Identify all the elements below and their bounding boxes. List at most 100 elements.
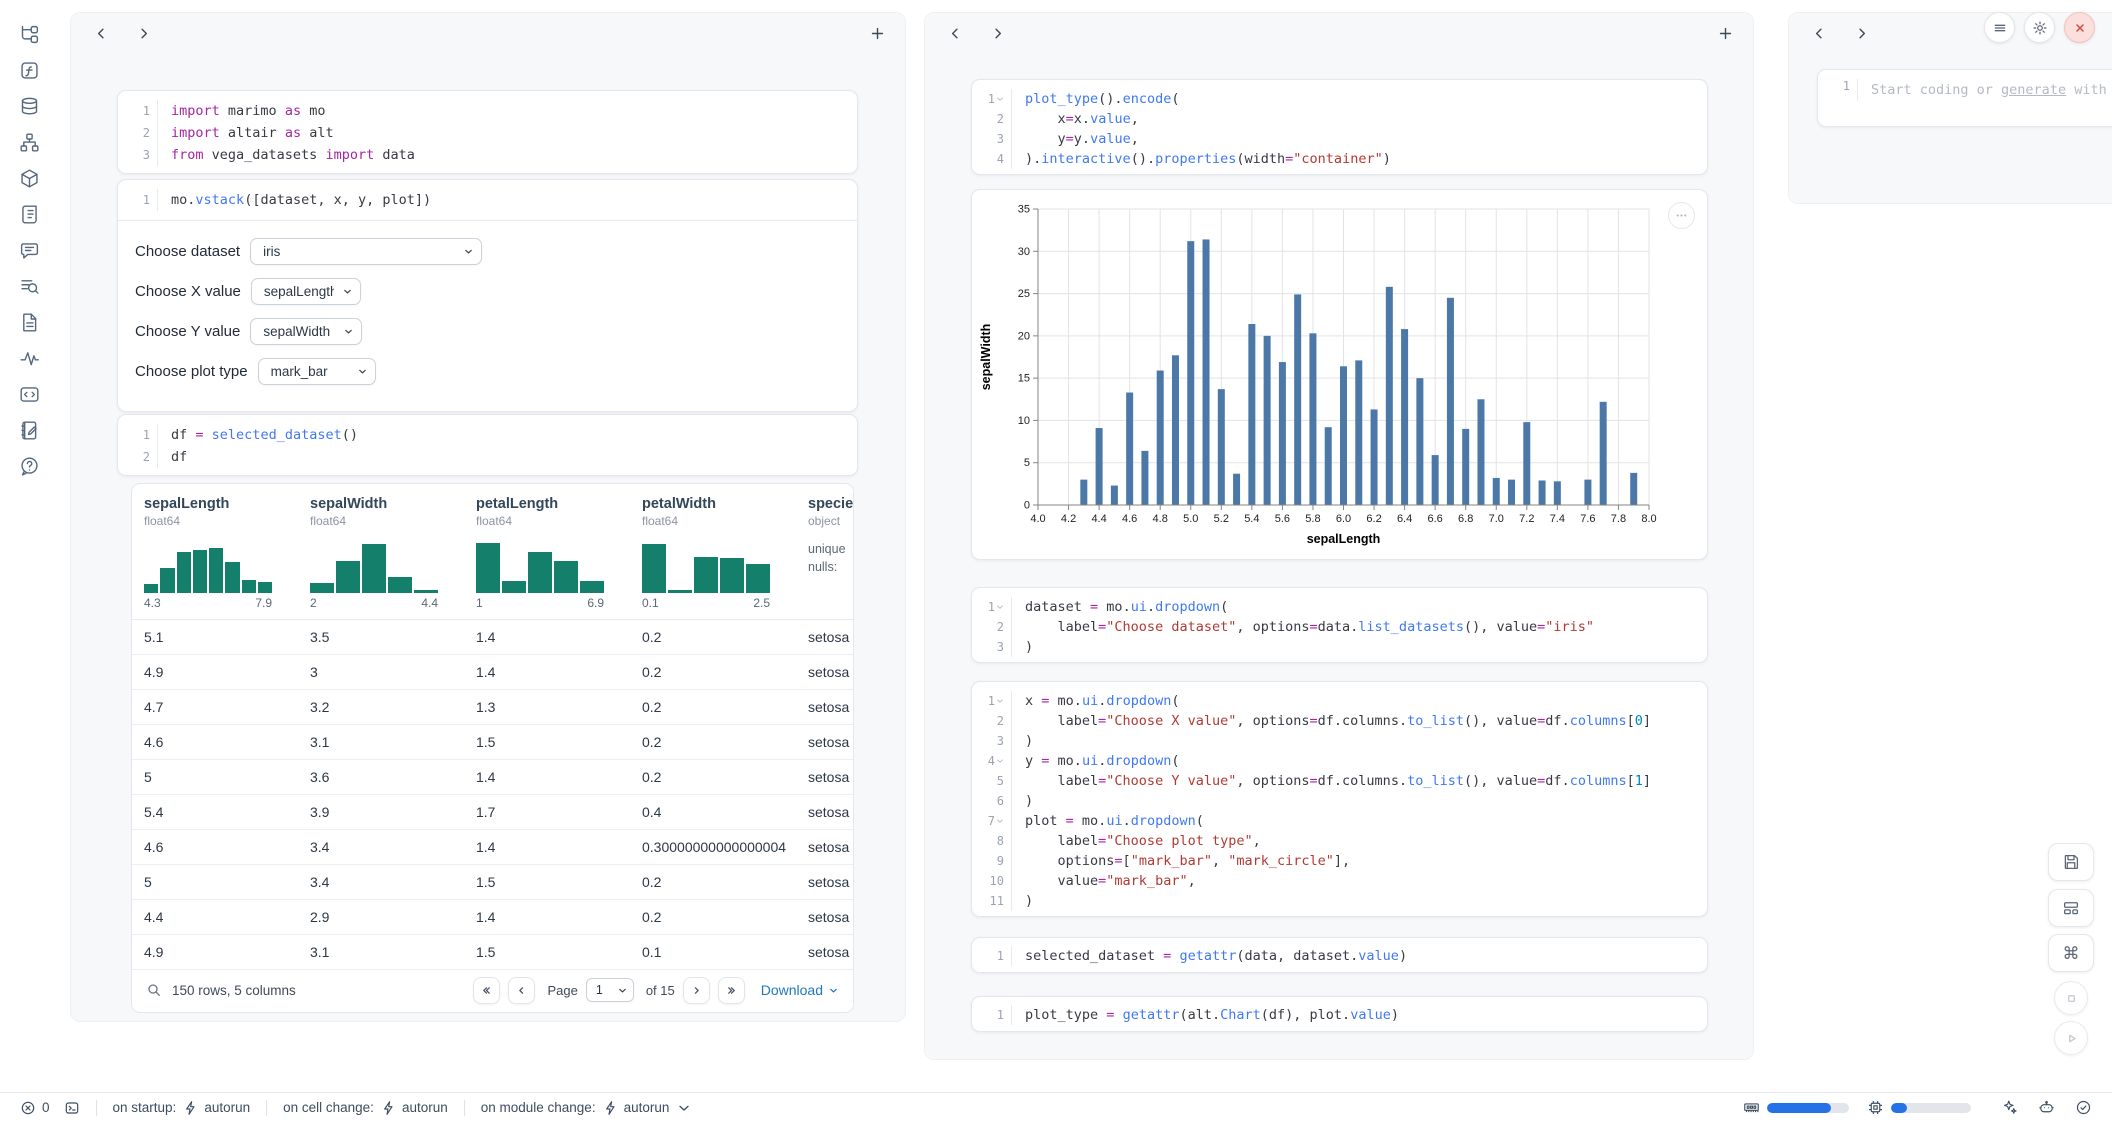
table-cell: setosa — [796, 629, 853, 645]
cell-empty[interactable]: 1 Start coding or generate with AI — [1817, 69, 2112, 127]
table-cell: 4.4 — [132, 909, 298, 925]
command-palette-button[interactable]: ⌘ — [2048, 934, 2094, 972]
line-number: 11 — [972, 891, 1012, 911]
code-editor[interactable]: 1mo.vstack([dataset, x, y, plot]) — [118, 180, 857, 221]
code-editor[interactable]: 1plot_type = getattr(alt.Chart(df), plot… — [972, 997, 1707, 1032]
code-editor[interactable]: 1selected_dataset = getattr(data, datase… — [972, 938, 1707, 973]
cell-xy-dropdowns[interactable]: 1x = mo.ui.dropdown(2 label="Choose X va… — [971, 681, 1708, 917]
column-header[interactable]: speciesobjectuniquenulls: — [796, 496, 853, 619]
line-number: 7 — [972, 811, 1012, 831]
scratchpad-icon[interactable] — [12, 412, 46, 448]
code-editor[interactable]: 1plot_type().encode(2 x=x.value,3 y=y.va… — [972, 80, 1707, 175]
chat-icon[interactable] — [12, 232, 46, 268]
line-number: 2 — [972, 711, 1012, 731]
ai-sparkles-button[interactable] — [2001, 1099, 2018, 1116]
sidebar — [8, 16, 50, 484]
assistant-button[interactable] — [2038, 1099, 2055, 1116]
bolt-icon — [381, 1100, 397, 1116]
add-cell-button[interactable] — [1711, 19, 1739, 47]
code-editor[interactable]: 1x = mo.ui.dropdown(2 label="Choose X va… — [972, 682, 1707, 917]
table-cell: 0.30000000000000004 — [630, 839, 796, 855]
script-icon[interactable] — [12, 196, 46, 232]
line-number: 3 — [972, 637, 1012, 657]
choose-dataset-select[interactable]: iris — [250, 238, 482, 265]
cell-df[interactable]: 1df = selected_dataset()2df — [117, 414, 858, 476]
tracing-icon[interactable] — [12, 340, 46, 376]
column-header[interactable]: petalWidthfloat640.12.5 — [630, 496, 796, 619]
page-select-wrap: 1 — [586, 978, 634, 1002]
shutdown-button[interactable] — [2064, 12, 2095, 43]
line-number: 1 — [972, 946, 1012, 966]
svg-text:7.0: 7.0 — [1489, 513, 1504, 525]
cell-plot-type[interactable]: 1plot_type = getattr(alt.Chart(df), plot… — [971, 996, 1708, 1032]
editor-placeholder[interactable]: Start coding or generate with AI — [1858, 79, 2112, 101]
run-button[interactable] — [2054, 1021, 2088, 1055]
search-icon[interactable] — [146, 982, 162, 998]
connection-status-button[interactable] — [2075, 1099, 2092, 1116]
table-cell: 3 — [298, 664, 464, 680]
logs-icon[interactable] — [12, 268, 46, 304]
download-button[interactable]: Download — [761, 982, 839, 998]
menu-button[interactable] — [1984, 12, 2015, 43]
svg-text:5.4: 5.4 — [1244, 513, 1259, 525]
function-icon[interactable] — [12, 52, 46, 88]
column-back-button[interactable] — [941, 19, 969, 47]
settings-button[interactable] — [2024, 12, 2055, 43]
column-header[interactable]: sepalLengthfloat644.37.9 — [132, 496, 298, 619]
package-icon[interactable] — [12, 160, 46, 196]
code-line: value="mark_bar", — [1012, 871, 1196, 891]
cell-selected-dataset[interactable]: 1selected_dataset = getattr(data, datase… — [971, 937, 1708, 973]
code-line: selected_dataset = getattr(data, dataset… — [1012, 946, 1407, 966]
page-select[interactable]: 1 — [586, 978, 634, 1002]
column-forward-button[interactable] — [129, 19, 157, 47]
chart-actions-button[interactable] — [1668, 202, 1695, 229]
generate-link[interactable]: generate — [2001, 82, 2066, 98]
layout-button[interactable] — [2048, 889, 2094, 927]
terminal-button[interactable] — [64, 1100, 80, 1116]
cell-vstack[interactable]: 1mo.vstack([dataset, x, y, plot]) Choose… — [117, 179, 858, 412]
line-number: 6 — [972, 791, 1012, 811]
line-number: 1 — [972, 1005, 1012, 1025]
choose-y-value-select[interactable]: sepalWidth — [250, 318, 362, 345]
choose-plot-type-select[interactable]: mark_bar — [258, 358, 376, 385]
column-forward-button[interactable] — [983, 19, 1011, 47]
column-back-button[interactable] — [1805, 19, 1833, 47]
on-module-change-config[interactable]: on module change: autorun — [481, 1100, 693, 1116]
cell-plot[interactable]: 1plot_type().encode(2 x=x.value,3 y=y.va… — [971, 79, 1708, 175]
column-header[interactable]: petalLengthfloat6416.9 — [464, 496, 630, 619]
help-icon[interactable] — [12, 448, 46, 484]
cell-imports[interactable]: 1import marimo as mo2import altair as al… — [117, 90, 858, 174]
column-back-button[interactable] — [87, 19, 115, 47]
column-type: float64 — [642, 514, 796, 528]
error-indicator[interactable]: 0 — [20, 1100, 50, 1116]
line-number: 1 — [118, 424, 158, 446]
on-startup-config[interactable]: on startup: autorun — [113, 1100, 251, 1116]
column-forward-button[interactable] — [1847, 19, 1875, 47]
cell-dataset-dropdown[interactable]: 1dataset = mo.ui.dropdown(2 label="Choos… — [971, 587, 1708, 663]
document-icon[interactable] — [12, 304, 46, 340]
column-name: species — [808, 496, 853, 512]
choose-x-value-select[interactable]: sepalLength — [251, 278, 361, 305]
stop-button[interactable] — [2054, 981, 2088, 1015]
table-cell: setosa — [796, 699, 853, 715]
svg-text:0: 0 — [1024, 500, 1030, 512]
control-label: Choose plot type — [135, 363, 248, 380]
snippets-icon[interactable] — [12, 376, 46, 412]
last-page-button[interactable] — [718, 977, 745, 1004]
first-page-button[interactable] — [473, 977, 500, 1004]
bar-chart[interactable]: 4.04.24.44.64.85.05.25.45.65.86.06.26.46… — [974, 193, 1707, 555]
cpu-icon — [1867, 1099, 1884, 1116]
next-page-button[interactable] — [683, 977, 710, 1004]
file-tree-icon[interactable] — [12, 16, 46, 52]
save-button[interactable] — [2048, 843, 2094, 881]
prev-page-button[interactable] — [508, 977, 535, 1004]
on-cell-change-config[interactable]: on cell change: autorun — [283, 1100, 448, 1116]
code-editor[interactable]: 1import marimo as mo2import altair as al… — [118, 91, 857, 174]
code-editor[interactable]: 1dataset = mo.ui.dropdown(2 label="Choos… — [972, 588, 1707, 663]
code-editor[interactable]: 1df = selected_dataset()2df — [118, 415, 857, 476]
database-icon[interactable] — [12, 88, 46, 124]
column-header[interactable]: sepalWidthfloat6424.4 — [298, 496, 464, 619]
svg-text:6.8: 6.8 — [1458, 513, 1473, 525]
dependency-graph-icon[interactable] — [12, 124, 46, 160]
add-cell-button[interactable] — [863, 19, 891, 47]
